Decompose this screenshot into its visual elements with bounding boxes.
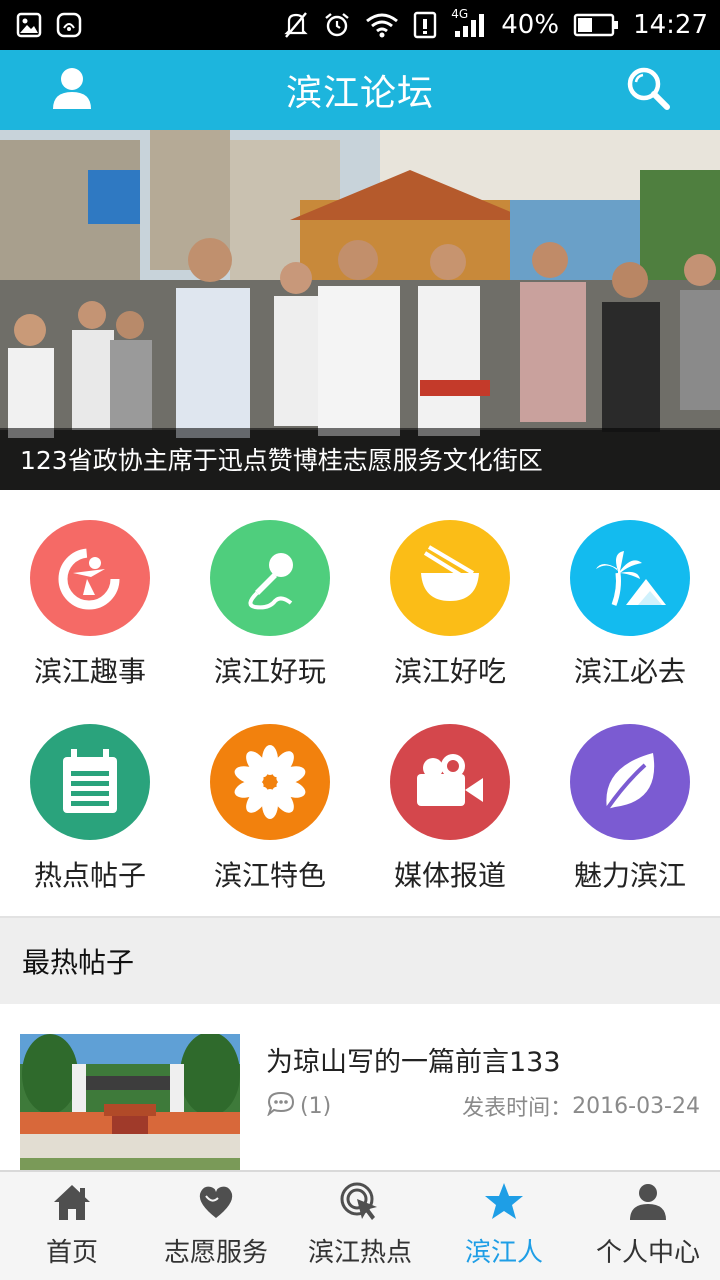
post-date-label: 发表时间：: [462, 1096, 573, 1121]
category-label: 滨江好吃: [393, 655, 506, 688]
category-bj-food[interactable]: 滨江好吃: [360, 490, 540, 690]
huawei-app-icon: [56, 12, 82, 38]
post-meta: (1) 发表时间： 2016-03-24: [266, 1090, 700, 1122]
nav-label: 滨江人: [464, 1238, 543, 1268]
category-bj-feature[interactable]: 滨江特色: [180, 694, 360, 894]
nav-hot[interactable]: 滨江热点: [288, 1172, 432, 1280]
category-grid: 滨江趣事 滨江好玩 滨江好吃 滨江必去 热点帖子 滨江特色 媒体报道 魅力滨江: [0, 490, 720, 916]
banner-carousel[interactable]: 123省政协主席于迅点赞博桂志愿服务文化街区: [0, 130, 720, 490]
category-charm-bj[interactable]: 魅力滨江: [540, 694, 720, 894]
category-hot-posts[interactable]: 热点帖子: [0, 694, 180, 894]
heart-icon: [194, 1180, 238, 1224]
status-bar: 4G 40% 14:27: [0, 0, 720, 50]
alarm-icon: [323, 11, 351, 39]
nav-volunteer[interactable]: 志愿服务: [144, 1172, 288, 1280]
flower-icon: [210, 724, 330, 840]
nav-profile[interactable]: 个人中心: [576, 1172, 720, 1280]
home-icon: [50, 1180, 94, 1224]
calendar-icon: [30, 724, 150, 840]
app-bar: 滨江论坛: [0, 50, 720, 130]
category-label: 滨江特色: [213, 859, 326, 892]
page-title: 滨江论坛: [285, 73, 434, 114]
category-label: 滨江趣事: [33, 655, 146, 688]
noodle-bowl-icon: [390, 520, 510, 636]
status-right: 4G 40% 14:27: [283, 7, 708, 40]
post-title: 为琼山写的一篇前言133: [266, 1047, 561, 1078]
category-label: 媒体报道: [393, 859, 506, 892]
nav-label: 滨江热点: [307, 1238, 412, 1268]
category-label: 魅力滨江: [573, 859, 686, 892]
network-type: 4G: [451, 7, 469, 21]
category-bj-fun[interactable]: 滨江趣事: [0, 490, 180, 690]
post-thumbnail: [20, 1034, 240, 1172]
microphone-icon: [210, 520, 330, 636]
palm-tree-icon: [570, 520, 690, 636]
logo-icon: [30, 520, 150, 636]
nav-home[interactable]: 首页: [0, 1172, 144, 1280]
star-icon: [482, 1180, 526, 1224]
banner-caption: 123省政协主席于迅点赞博桂志愿服务文化街区: [0, 428, 720, 490]
battery-icon: [573, 12, 619, 38]
leaf-icon: [570, 724, 690, 840]
nav-label: 首页: [45, 1238, 98, 1268]
category-bj-play[interactable]: 滨江好玩: [180, 490, 360, 690]
gallery-icon: [16, 12, 42, 38]
post-list-item[interactable]: 为琼山写的一篇前言133 (1) 发表时间： 2016-03-24: [0, 1004, 720, 1172]
category-bj-must-go[interactable]: 滨江必去: [540, 490, 720, 690]
nav-bj-people[interactable]: 滨江人: [432, 1172, 576, 1280]
clock: 14:27: [633, 10, 708, 40]
status-left: [16, 12, 82, 38]
wifi-icon: [365, 12, 399, 38]
category-label: 滨江必去: [573, 655, 686, 688]
user-button[interactable]: [46, 64, 98, 116]
section-title: 最热帖子: [0, 918, 720, 1004]
signal-icon: 4G: [451, 7, 487, 39]
comment-icon: [266, 1090, 296, 1122]
category-label: 滨江好玩: [213, 655, 326, 688]
category-media-report[interactable]: 媒体报道: [360, 694, 540, 894]
cursor-click-icon: [338, 1180, 382, 1224]
comment-count-wrap: (1): [266, 1090, 331, 1122]
comment-count: (1): [300, 1093, 332, 1119]
category-label: 热点帖子: [33, 859, 146, 892]
data-warning-icon: [413, 10, 437, 40]
search-button[interactable]: [622, 64, 674, 116]
battery-percent: 40%: [501, 10, 560, 40]
user-icon: [52, 66, 92, 114]
mute-icon: [283, 11, 309, 39]
nav-label: 志愿服务: [163, 1238, 268, 1268]
video-camera-icon: [390, 724, 510, 840]
bottom-nav: 首页 志愿服务 滨江热点 滨江人 个人中心: [0, 1170, 720, 1280]
post-date-wrap: 发表时间： 2016-03-24: [462, 1090, 700, 1122]
nav-label: 个人中心: [595, 1238, 700, 1268]
search-icon: [625, 65, 671, 115]
post-date: 2016-03-24: [572, 1093, 700, 1119]
person-icon: [626, 1180, 670, 1224]
